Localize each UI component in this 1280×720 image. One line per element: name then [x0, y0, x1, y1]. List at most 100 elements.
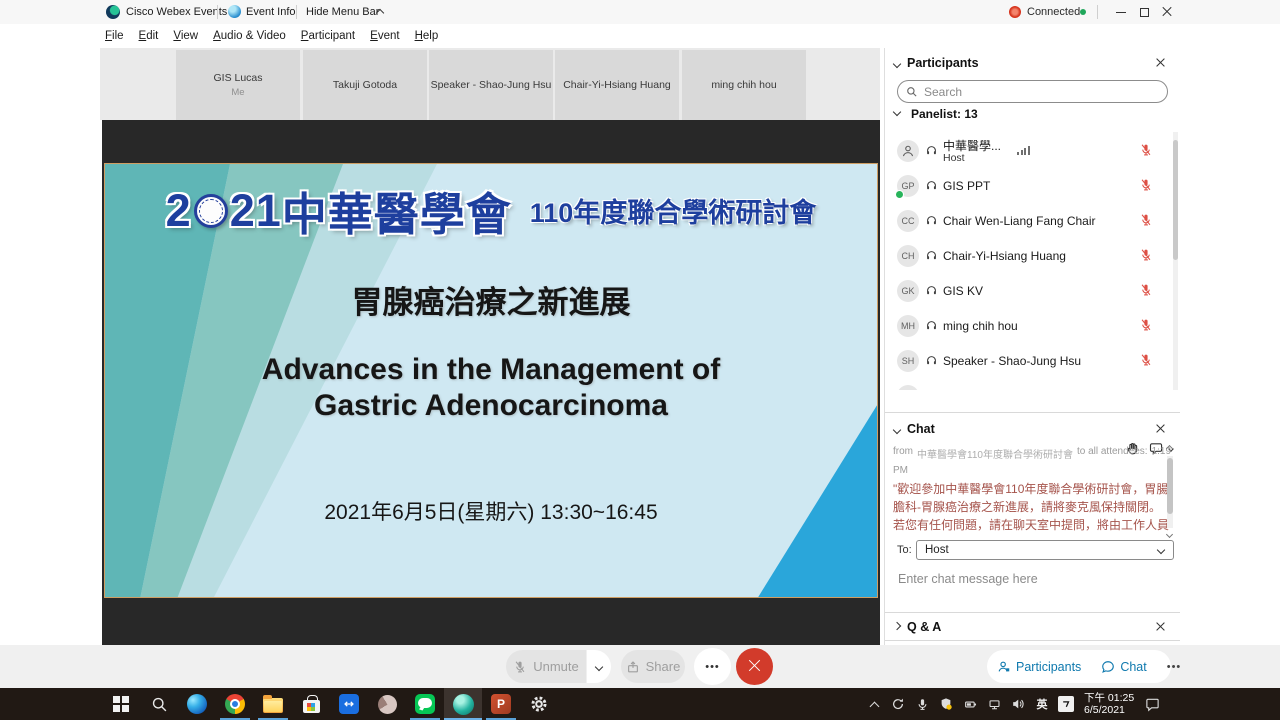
slide-title-en: Advances in the Management of Gastric Ad… — [105, 352, 877, 424]
taskbar-app-misc-icon[interactable] — [368, 688, 406, 720]
unmute-button[interactable]: Unmute — [506, 650, 586, 683]
video-tile-takuji-gotoda[interactable]: Takuji Gotoda — [303, 50, 427, 120]
section-divider — [885, 640, 1180, 641]
ime-mode-icon[interactable] — [1054, 688, 1078, 720]
avatar: MH — [897, 315, 919, 337]
titlebar-separator — [296, 5, 297, 19]
close-participants-icon[interactable] — [1154, 56, 1168, 70]
event-info-link[interactable]: Event Info — [246, 6, 296, 18]
slide-date-line: 2021年6月5日(星期六) 13:30~16:45 — [105, 496, 877, 526]
video-tile-chair-huang[interactable]: Chair-Yi-Hsiang Huang — [555, 50, 679, 120]
participant-row[interactable]: CH Chair-Yi-Hsiang Huang — [885, 239, 1175, 274]
menu-audio-video[interactable]: Audio & Video — [213, 30, 286, 42]
hide-menu-bar-button[interactable]: Hide Menu Bar — [306, 6, 379, 18]
participants-title: Participants — [907, 56, 979, 70]
chat-message-input[interactable] — [898, 572, 1158, 586]
taskbar-store-icon[interactable] — [292, 688, 330, 720]
participants-toggle-button[interactable]: Participants — [987, 660, 1091, 674]
mic-muted-icon[interactable] — [1139, 248, 1153, 262]
taskbar-chrome-icon[interactable] — [216, 688, 254, 720]
tray-network-icon[interactable] — [982, 688, 1006, 720]
chat-bubble-icon — [1101, 660, 1115, 674]
participant-row[interactable]: GK GIS KV — [885, 274, 1175, 309]
taskbar-edge-icon[interactable] — [178, 688, 216, 720]
headset-icon — [925, 354, 938, 367]
menu-edit[interactable]: Edit — [139, 30, 159, 42]
participant-name: Speaker - Shao-Jung Hsu — [943, 354, 1081, 368]
taskbar-webex-icon[interactable] — [444, 688, 482, 720]
participant-row[interactable]: MH ming chih hou — [885, 309, 1175, 344]
taskbar-search-button[interactable] — [140, 688, 178, 720]
mic-muted-icon[interactable] — [1139, 178, 1153, 192]
tray-microphone-icon[interactable] — [910, 688, 934, 720]
video-tile-gis-lucas[interactable]: GIS Lucas Me — [176, 50, 300, 120]
search-input[interactable] — [924, 85, 1124, 99]
maximize-button[interactable] — [1133, 1, 1155, 23]
participant-row[interactable]: SH Speaker - Shao-Jung Hsu — [885, 344, 1175, 379]
participant-row-host[interactable]: 中華醫學... Host — [885, 134, 1175, 169]
tray-sync-icon[interactable] — [886, 688, 910, 720]
mic-muted-icon[interactable] — [1139, 213, 1153, 227]
participant-row[interactable]: GP GIS PPT — [885, 169, 1175, 204]
scroll-down-icon[interactable] — [1166, 531, 1173, 538]
mic-muted-icon[interactable] — [1139, 318, 1153, 332]
scroll-up-icon[interactable] — [1166, 445, 1173, 452]
chevron-down-icon[interactable] — [893, 60, 901, 68]
chat-scrollbar[interactable] — [1165, 446, 1175, 538]
powerpoint-icon: P — [491, 694, 511, 714]
menu-event[interactable]: Event — [370, 30, 399, 42]
video-tile-speaker-hsu[interactable]: Speaker - Shao-Jung Hsu — [429, 50, 553, 120]
side-panel: Participants Panelist: 13 — [884, 48, 1180, 645]
menu-help[interactable]: Help — [415, 30, 439, 42]
headset-icon — [925, 179, 938, 192]
action-center-button[interactable] — [1140, 688, 1164, 720]
menu-view[interactable]: View — [173, 30, 198, 42]
avatar: GK — [897, 280, 919, 302]
taskbar-settings-icon[interactable] — [520, 688, 558, 720]
taskbar-powerpoint-icon[interactable]: P — [482, 688, 520, 720]
show-hidden-icons-button[interactable] — [862, 688, 886, 720]
menu-bar: File Edit View Audio & Video Participant… — [105, 24, 438, 48]
participant-row[interactable]: CC Chair Wen-Liang Fang Chair — [885, 204, 1175, 239]
chat-toggle-button[interactable]: Chat — [1091, 660, 1156, 674]
taskbar-file-explorer-icon[interactable] — [254, 688, 292, 720]
taskbar-clock[interactable]: 下午 01:25 6/5/2021 — [1078, 692, 1140, 717]
chevron-down-icon — [1157, 546, 1165, 554]
chat-recipient-select[interactable]: Host — [916, 540, 1174, 560]
mic-muted-icon[interactable] — [1139, 283, 1153, 297]
qa-title: Q & A — [907, 620, 941, 634]
panelist-count-label: Panelist: 13 — [911, 107, 978, 121]
more-panels-button[interactable]: ••• — [1157, 661, 1192, 673]
avatar: GP — [897, 175, 919, 197]
close-window-button[interactable] — [1156, 1, 1178, 23]
menu-file[interactable]: File — [105, 30, 124, 42]
avatar: SH — [897, 350, 919, 372]
mic-muted-icon[interactable] — [1139, 353, 1153, 367]
video-tile-ming-chih-hou[interactable]: ming chih hou — [682, 50, 806, 120]
chevron-down-icon[interactable] — [893, 426, 901, 434]
menu-participant[interactable]: Participant — [301, 30, 355, 42]
taskbar-teamviewer-icon[interactable] — [330, 688, 368, 720]
more-options-button[interactable]: ••• — [694, 648, 731, 685]
end-event-button[interactable] — [736, 648, 773, 685]
slide-year-prefix: 2 — [166, 185, 192, 237]
minimize-button[interactable] — [1110, 1, 1132, 23]
webex-logo-icon — [106, 5, 120, 19]
share-icon — [626, 660, 640, 674]
tray-battery-icon[interactable] — [958, 688, 982, 720]
slide-subtitle: 110年度聯合學術研討會 — [530, 191, 817, 230]
ime-language-indicator[interactable]: 英 — [1030, 688, 1054, 720]
mic-muted-icon[interactable] — [1139, 143, 1153, 157]
start-button[interactable] — [102, 688, 140, 720]
tray-volume-icon[interactable] — [1006, 688, 1030, 720]
chevron-right-icon[interactable] — [893, 622, 901, 630]
participant-search[interactable] — [897, 80, 1168, 103]
share-button[interactable]: Share — [621, 650, 685, 683]
taskbar-line-icon[interactable] — [406, 688, 444, 720]
tray-security-shield-icon[interactable] — [934, 688, 958, 720]
unmute-options-button[interactable] — [587, 650, 611, 683]
close-qa-icon[interactable] — [1154, 620, 1168, 634]
close-chat-icon[interactable] — [1154, 422, 1168, 436]
to-label: To: — [897, 544, 912, 556]
participants-scrollbar[interactable] — [1173, 132, 1178, 390]
